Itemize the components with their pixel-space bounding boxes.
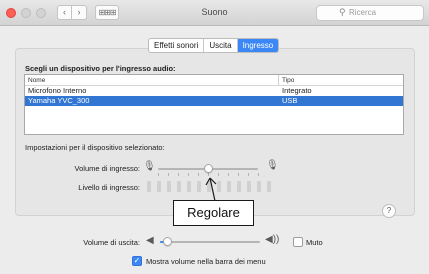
table-row-selected[interactable]: Yamaha YVC_300 USB: [25, 96, 403, 106]
show-volume-menubar-label: Mostra volume nella barra dei menu: [146, 257, 266, 266]
show-volume-menubar-checkbox[interactable]: ✓: [132, 256, 142, 266]
microphone-high-icon: 🎙: [266, 160, 279, 171]
checkmark-icon: ✓: [133, 256, 141, 265]
callout-pointer: [205, 177, 217, 202]
device-list-heading: Scegli un dispositivo per l'ingresso aud…: [25, 64, 176, 73]
device-table[interactable]: Nome Tipo Microfono Interno Integrato Ya…: [24, 74, 404, 135]
table-header: Nome Tipo: [25, 75, 403, 86]
mute-label: Muto: [306, 238, 323, 247]
tab-ingresso[interactable]: Ingresso: [237, 39, 279, 52]
input-level-label: Livello di ingresso:: [78, 183, 140, 192]
search-input[interactable]: ⚲ Ricerca: [316, 5, 424, 21]
table-row[interactable]: Microfono Interno Integrato: [25, 86, 403, 96]
title-bar: ‹ › ⊞⊞⊞ Suono ⚲ Ricerca: [0, 0, 429, 26]
search-icon: ⚲: [339, 7, 346, 17]
tab-effetti-sonori[interactable]: Effetti sonori: [149, 39, 205, 52]
speaker-high-icon: ◀)): [265, 234, 280, 245]
column-divider: [278, 75, 279, 86]
device-type: Integrato: [282, 86, 312, 95]
device-type: USB: [282, 96, 298, 105]
help-button[interactable]: ?: [382, 204, 396, 218]
device-name: Microfono Interno: [28, 86, 87, 95]
output-volume-label: Volume di uscita:: [83, 238, 140, 247]
input-volume-label: Volume di ingresso:: [74, 164, 140, 173]
search-placeholder: Ricerca: [349, 8, 377, 17]
tab-uscita[interactable]: Uscita: [204, 39, 238, 52]
adjust-callout: Regolare: [173, 200, 254, 226]
device-name: Yamaha YVC_300: [28, 96, 90, 105]
input-volume-slider-thumb[interactable]: [204, 164, 213, 173]
column-header-nome[interactable]: Nome: [28, 77, 45, 84]
microphone-low-icon: 🎙: [143, 161, 156, 172]
speaker-low-icon: ◀: [146, 235, 154, 246]
device-settings-label: Impostazioni per il dispositivo selezion…: [25, 143, 165, 152]
output-volume-track[interactable]: [160, 241, 260, 243]
mute-checkbox[interactable]: [293, 237, 303, 247]
tab-bar: Effetti sonori Uscita Ingresso: [148, 38, 280, 53]
output-volume-slider-thumb[interactable]: [163, 237, 172, 246]
column-header-tipo[interactable]: Tipo: [282, 77, 294, 84]
